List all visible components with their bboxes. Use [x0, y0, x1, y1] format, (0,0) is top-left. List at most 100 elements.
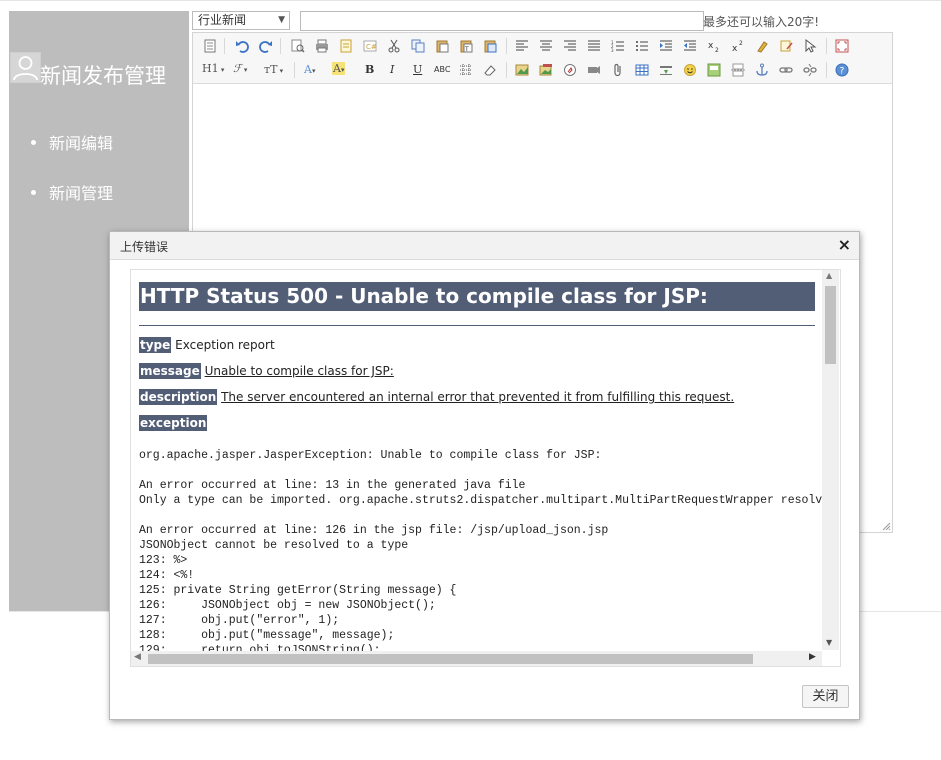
preview-icon[interactable] [291, 39, 305, 53]
strikethrough-button[interactable]: ABC [434, 65, 450, 74]
svg-text:2: 2 [739, 40, 743, 47]
top-border [0, 0, 941, 1]
print-icon[interactable] [315, 39, 329, 53]
error-exception-row: exception [139, 415, 815, 431]
user-icon [10, 52, 41, 83]
copy-icon[interactable] [411, 39, 425, 53]
svg-text:T: T [464, 46, 469, 53]
font-family-dropdown[interactable]: ℱ ▾ [233, 62, 247, 75]
heading-label: H1 [202, 62, 219, 75]
bullet-icon [31, 140, 36, 145]
svg-text:x: x [708, 41, 714, 51]
error-message-row: message Unable to compile class for JSP: [139, 363, 815, 379]
template-icon[interactable] [339, 39, 353, 53]
scroll-right-icon[interactable]: ▶ [809, 652, 816, 662]
message-label: message [139, 363, 201, 379]
multi-image-icon[interactable] [539, 63, 553, 77]
bold-button[interactable]: B [365, 63, 374, 76]
toolbar-separator [294, 62, 295, 78]
title-input[interactable] [300, 11, 704, 31]
media-icon[interactable] [587, 63, 601, 77]
scroll-up-icon[interactable]: ▲ [826, 271, 832, 280]
site-title: 新闻发布管理 [40, 64, 166, 88]
flash-icon[interactable] [563, 63, 577, 77]
font-size-label: тT [264, 63, 278, 76]
quick-format-icon[interactable] [779, 39, 793, 53]
emoticon-icon[interactable] [683, 63, 697, 77]
vertical-scroll-thumb[interactable] [825, 286, 836, 364]
toolbar-separator [506, 62, 507, 78]
exception-label: exception [139, 415, 208, 431]
cut-icon[interactable] [387, 39, 401, 53]
unordered-list-icon[interactable] [635, 39, 649, 53]
paste-text-icon[interactable]: T [459, 39, 473, 53]
baidu-map-icon[interactable] [707, 63, 721, 77]
sidebar-nav: 新闻编辑 新闻管理 [31, 131, 113, 231]
sidebar-item-label: 新闻编辑 [49, 134, 114, 153]
chevron-down-icon: ▾ [218, 66, 225, 74]
table-icon[interactable] [635, 63, 649, 77]
unlink-icon[interactable] [803, 63, 817, 77]
horizontal-scrollbar[interactable]: ◀ ▶ [131, 651, 822, 666]
align-right-icon[interactable] [563, 39, 577, 53]
font-family-label: ℱ [233, 62, 242, 75]
close-icon[interactable]: × [838, 235, 851, 254]
toolbar-separator [826, 62, 827, 78]
heading-dropdown[interactable]: H1 ▾ [202, 62, 224, 75]
align-center-icon[interactable] [539, 39, 553, 53]
image-icon[interactable] [515, 63, 529, 77]
redo-icon[interactable] [259, 39, 273, 53]
error-type-row: type Exception report [139, 337, 815, 353]
undo-icon[interactable] [235, 39, 249, 53]
scroll-down-icon[interactable]: ▼ [826, 638, 832, 647]
description-value: The server encountered an internal error… [221, 390, 735, 404]
clear-format-icon[interactable] [755, 39, 769, 53]
source-icon[interactable] [203, 39, 217, 53]
line-height-icon[interactable] [459, 63, 473, 77]
message-value: Unable to compile class for JSP: [204, 364, 394, 378]
paste-icon[interactable] [435, 39, 449, 53]
font-size-dropdown[interactable]: тT ▾ [264, 63, 283, 76]
highlight-color-icon[interactable]: A▾ [332, 62, 346, 75]
fullscreen-icon[interactable] [835, 39, 849, 53]
paste-word-icon[interactable] [483, 39, 497, 53]
ordered-list-icon[interactable]: 123 [611, 39, 625, 53]
horizontal-scroll-thumb[interactable] [148, 654, 753, 664]
align-left-icon[interactable] [515, 39, 529, 53]
anchor-icon[interactable] [755, 63, 769, 77]
sidebar-item-news-edit[interactable]: 新闻编辑 [31, 131, 113, 181]
superscript-icon[interactable]: x2 [731, 39, 745, 53]
type-label: type [139, 337, 172, 353]
category-select-value: 行业新闻 [198, 13, 247, 27]
svg-text:2: 2 [715, 47, 719, 53]
attachment-icon[interactable] [611, 63, 625, 77]
dialog-title: 上传错误 [120, 240, 169, 254]
scroll-left-icon[interactable]: ◀ [134, 652, 141, 662]
code-icon[interactable]: C# [363, 39, 377, 53]
font-color-icon[interactable]: A▾ [304, 63, 315, 76]
page-break-icon[interactable] [731, 63, 745, 77]
underline-button[interactable]: U [413, 63, 422, 76]
align-justify-icon[interactable] [587, 39, 601, 53]
vertical-scrollbar[interactable]: ▲ ▼ [822, 270, 839, 650]
eraser-icon[interactable] [483, 63, 497, 77]
sidebar-item-news-manage[interactable]: 新闻管理 [31, 181, 113, 231]
resize-grip-icon[interactable] [882, 522, 891, 531]
editor-toolbar: C# T 123 x2 x2 H1 ▾ ℱ ▾ тT ▾ A▾ A▾ B I U… [193, 33, 892, 84]
svg-text:C#: C# [366, 43, 377, 51]
link-icon[interactable] [779, 63, 793, 77]
subscript-icon[interactable]: x2 [707, 39, 721, 53]
svg-text:3: 3 [611, 48, 614, 53]
error-frame[interactable]: HTTP Status 500 - Unable to compile clas… [130, 269, 841, 667]
outdent-icon[interactable] [683, 39, 697, 53]
toolbar-separator [224, 38, 225, 54]
help-icon[interactable]: ? [835, 63, 849, 77]
svg-text:?: ? [840, 67, 845, 77]
category-select[interactable]: 行业新闻 ▼ [192, 11, 290, 30]
close-button[interactable]: 关闭 [802, 685, 849, 708]
select-all-icon[interactable] [803, 39, 817, 53]
bullet-icon [31, 190, 36, 195]
indent-icon[interactable] [659, 39, 673, 53]
italic-button[interactable]: I [390, 63, 394, 76]
horizontal-rule-icon[interactable] [659, 63, 673, 77]
